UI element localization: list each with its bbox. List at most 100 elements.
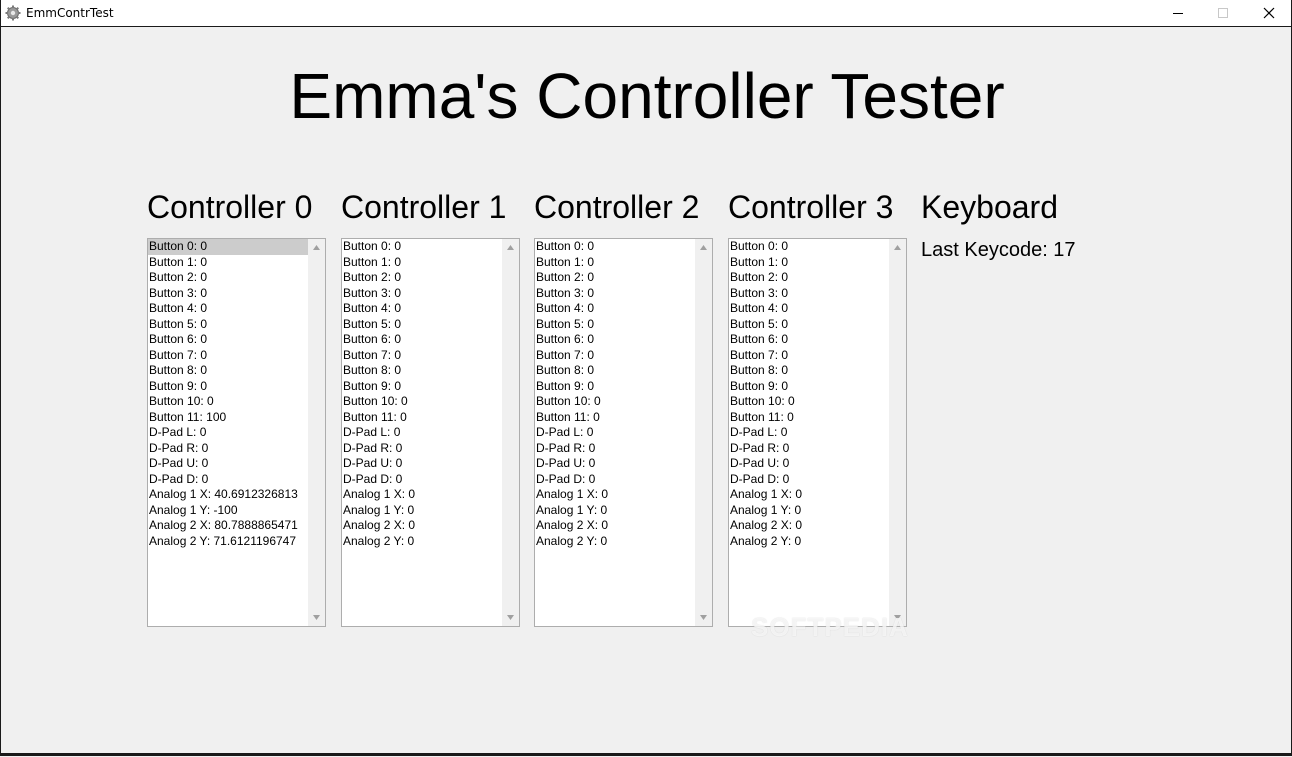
list-item[interactable]: Button 2: 0 (342, 270, 502, 286)
list-item[interactable]: Button 9: 0 (148, 379, 308, 395)
scroll-up-button[interactable] (502, 239, 519, 256)
list-item[interactable]: Button 10: 0 (729, 394, 889, 410)
list-item[interactable]: Button 11: 0 (535, 410, 695, 426)
list-item[interactable]: Analog 2 X: 0 (729, 518, 889, 534)
controller-3-listbox[interactable]: Button 0: 0 Button 1: 0 Button 2: 0 Button … (728, 238, 907, 627)
list-item[interactable]: D-Pad D: 0 (535, 472, 695, 488)
scroll-down-button[interactable] (308, 609, 325, 626)
list-item[interactable]: D-Pad R: 0 (729, 441, 889, 457)
scroll-down-button[interactable] (695, 609, 712, 626)
list-item[interactable]: Button 3: 0 (535, 286, 695, 302)
list-item[interactable]: Analog 1 X: 40.6912326813 (148, 487, 308, 503)
list-item[interactable]: Button 3: 0 (342, 286, 502, 302)
vertical-scrollbar[interactable] (308, 239, 325, 626)
list-item[interactable]: Button 11: 0 (729, 410, 889, 426)
maximize-button[interactable] (1200, 0, 1246, 26)
vertical-scrollbar[interactable] (695, 239, 712, 626)
list-item[interactable]: Analog 2 Y: 71.6121196747 (148, 534, 308, 550)
list-item[interactable]: D-Pad R: 0 (148, 441, 308, 457)
list-item[interactable]: Button 2: 0 (535, 270, 695, 286)
list-item[interactable]: Button 7: 0 (342, 348, 502, 364)
list-item[interactable]: Button 8: 0 (342, 363, 502, 379)
list-item[interactable]: Analog 2 X: 0 (342, 518, 502, 534)
list-item[interactable]: Button 5: 0 (535, 317, 695, 333)
vertical-scrollbar[interactable] (889, 239, 906, 626)
list-item[interactable]: Button 1: 0 (342, 255, 502, 271)
list-item[interactable]: D-Pad D: 0 (729, 472, 889, 488)
list-item[interactable]: Button 8: 0 (535, 363, 695, 379)
list-item[interactable]: Analog 2 X: 80.7888865471 (148, 518, 308, 534)
controller-2-listbox[interactable]: Button 0: 0 Button 1: 0 Button 2: 0 Button … (534, 238, 713, 627)
list-item[interactable]: Analog 2 Y: 0 (729, 534, 889, 550)
list-item[interactable]: Button 9: 0 (342, 379, 502, 395)
close-button[interactable] (1246, 0, 1292, 26)
list-item[interactable]: Button 1: 0 (729, 255, 889, 271)
list-item[interactable]: Button 9: 0 (729, 379, 889, 395)
list-item[interactable]: D-Pad U: 0 (729, 456, 889, 472)
list-item[interactable]: Button 8: 0 (148, 363, 308, 379)
scroll-down-button[interactable] (502, 609, 519, 626)
list-item[interactable]: Button 6: 0 (535, 332, 695, 348)
list-item[interactable]: Button 4: 0 (535, 301, 695, 317)
list-item[interactable]: D-Pad U: 0 (148, 456, 308, 472)
list-item[interactable]: D-Pad R: 0 (535, 441, 695, 457)
list-item[interactable]: Button 4: 0 (148, 301, 308, 317)
list-item[interactable]: Button 5: 0 (729, 317, 889, 333)
list-item[interactable]: Button 0: 0 (342, 239, 502, 255)
list-item[interactable]: Analog 2 X: 0 (535, 518, 695, 534)
list-item[interactable]: Button 2: 0 (729, 270, 889, 286)
vertical-scrollbar[interactable] (502, 239, 519, 626)
list-item[interactable]: Analog 1 Y: 0 (535, 503, 695, 519)
list-item[interactable]: Button 3: 0 (148, 286, 308, 302)
list-item[interactable]: Analog 1 X: 0 (342, 487, 502, 503)
list-item[interactable]: Analog 2 Y: 0 (535, 534, 695, 550)
list-item[interactable]: D-Pad D: 0 (342, 472, 502, 488)
list-item[interactable]: Button 10: 0 (535, 394, 695, 410)
list-item[interactable]: Button 0: 0 (729, 239, 889, 255)
list-item[interactable]: D-Pad L: 0 (729, 425, 889, 441)
list-item[interactable]: Button 8: 0 (729, 363, 889, 379)
scroll-up-button[interactable] (889, 239, 906, 256)
title-bar[interactable]: EmmContrTest (1, 0, 1291, 27)
list-item[interactable]: Analog 1 Y: 0 (729, 503, 889, 519)
list-item[interactable]: Button 7: 0 (148, 348, 308, 364)
list-item[interactable]: D-Pad L: 0 (342, 425, 502, 441)
list-item[interactable]: Button 6: 0 (148, 332, 308, 348)
scroll-up-button[interactable] (695, 239, 712, 256)
list-item[interactable]: Button 5: 0 (342, 317, 502, 333)
list-item[interactable]: Button 11: 100 (148, 410, 308, 426)
list-item[interactable]: D-Pad R: 0 (342, 441, 502, 457)
controller-0-listbox[interactable]: Button 0: 0 Button 1: 0 Button 2: 0 Button … (147, 238, 326, 627)
list-item[interactable]: Button 6: 0 (342, 332, 502, 348)
list-item[interactable]: Analog 1 X: 0 (729, 487, 889, 503)
controller-1-listbox[interactable]: Button 0: 0 Button 1: 0 Button 2: 0 Button … (341, 238, 520, 627)
scroll-up-arrow-icon (313, 245, 320, 250)
list-item[interactable]: Button 1: 0 (535, 255, 695, 271)
list-item[interactable]: Button 0: 0 (148, 239, 308, 255)
list-item[interactable]: Button 6: 0 (729, 332, 889, 348)
list-item[interactable]: D-Pad U: 0 (535, 456, 695, 472)
list-item[interactable]: Button 7: 0 (729, 348, 889, 364)
list-item[interactable]: Button 0: 0 (535, 239, 695, 255)
list-item[interactable]: D-Pad L: 0 (148, 425, 308, 441)
list-item[interactable]: D-Pad D: 0 (148, 472, 308, 488)
list-item[interactable]: Button 10: 0 (148, 394, 308, 410)
list-item[interactable]: D-Pad U: 0 (342, 456, 502, 472)
list-item[interactable]: Button 10: 0 (342, 394, 502, 410)
list-item[interactable]: Button 4: 0 (729, 301, 889, 317)
list-item[interactable]: Button 11: 0 (342, 410, 502, 426)
scroll-up-button[interactable] (308, 239, 325, 256)
list-item[interactable]: Button 9: 0 (535, 379, 695, 395)
list-item[interactable]: Button 5: 0 (148, 317, 308, 333)
list-item[interactable]: Button 1: 0 (148, 255, 308, 271)
list-item[interactable]: Button 7: 0 (535, 348, 695, 364)
list-item[interactable]: Analog 1 Y: -100 (148, 503, 308, 519)
list-item[interactable]: Analog 2 Y: 0 (342, 534, 502, 550)
list-item[interactable]: Analog 1 Y: 0 (342, 503, 502, 519)
list-item[interactable]: Button 4: 0 (342, 301, 502, 317)
list-item[interactable]: Button 3: 0 (729, 286, 889, 302)
list-item[interactable]: Analog 1 X: 0 (535, 487, 695, 503)
list-item[interactable]: D-Pad L: 0 (535, 425, 695, 441)
list-item[interactable]: Button 2: 0 (148, 270, 308, 286)
minimize-button[interactable] (1155, 0, 1201, 26)
